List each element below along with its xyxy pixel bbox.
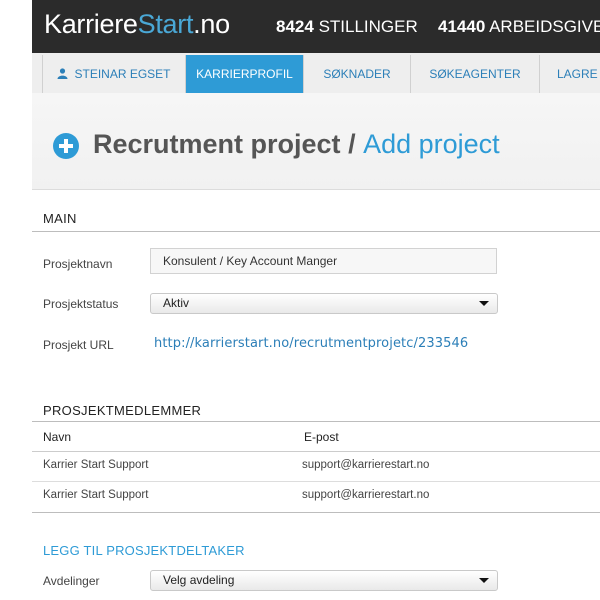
tab-soknader[interactable]: SØKNADER [304,55,410,93]
department-label: Avdelinger [43,574,100,588]
user-icon [57,56,68,93]
main-nav: STEINAR EGSET KARRIERPROFIL SØKNADER SØK… [32,53,600,94]
tab-lagrede[interactable]: LAGRE [540,55,600,93]
employers-label: ARBEIDSGIVE [489,17,600,36]
page-header: Recrutment project / Add project [32,93,600,190]
logo-text-start: Start [137,9,194,39]
project-status-select[interactable]: Aktiv [150,293,498,314]
logo-text-domain: .no [193,9,230,39]
section-divider [32,231,600,232]
jobs-label: STILLINGER [318,17,418,36]
table-header-divider [32,451,600,452]
column-header-name: Navn [43,430,72,444]
member-email[interactable]: support@karrierestart.no [302,459,429,471]
page-subtitle[interactable]: Add project [363,129,500,159]
member-name: Karrier Start Support [43,489,149,501]
add-participant-link[interactable]: LEGG TIL PROSJEKTDELTAKER [43,543,245,558]
project-status-label: Prosjektstatus [43,297,119,311]
employers-count: 41440 [438,17,486,36]
section-divider [32,421,600,422]
member-email[interactable]: support@karrierestart.no [302,489,429,501]
page-title-main: Recrutment project [93,129,341,159]
project-name-input[interactable]: Konsulent / Key Account Manger [150,248,497,274]
breadcrumb-separator: / [340,129,364,159]
table-row-divider [32,481,600,482]
project-url-label: Prosjekt URL [43,338,114,352]
column-header-email: E-post [304,430,339,444]
table-bottom-divider [32,512,600,513]
top-bar: KarriereStart.no 8424 STILLINGER 41440 A… [32,0,600,53]
section-heading-main: MAIN [43,211,77,226]
logo-text-karriere: Karriere [44,9,138,39]
employers-count-stat[interactable]: 41440 ARBEIDSGIVE [438,17,600,37]
caret-down-icon [479,301,489,306]
project-name-label: Prosjektnavn [43,257,113,271]
department-select-value: Velg avdeling [163,573,235,587]
project-status-value: Aktiv [163,296,190,310]
add-circle-icon [53,133,79,159]
nav-item-user-label: STEINAR EGSET [74,67,171,81]
project-url-link[interactable]: http://karrierstart.no/recrutmentprojetc… [154,336,468,351]
page-title: Recrutment project / Add project [93,129,500,160]
member-name: Karrier Start Support [43,459,149,471]
nav-item-user-profile[interactable]: STEINAR EGSET [43,55,185,93]
department-select[interactable]: Velg avdeling [150,570,498,591]
jobs-count-stat[interactable]: 8424 STILLINGER [276,17,418,37]
tab-sokeagenter[interactable]: SØKEAGENTER [411,55,539,93]
jobs-count: 8424 [276,17,314,36]
site-logo[interactable]: KarriereStart.no [44,9,230,40]
section-heading-members: PROSJEKTMEDLEMMER [43,403,202,418]
caret-down-icon [479,578,489,583]
tab-karrierprofil[interactable]: KARRIERPROFIL [186,55,303,93]
